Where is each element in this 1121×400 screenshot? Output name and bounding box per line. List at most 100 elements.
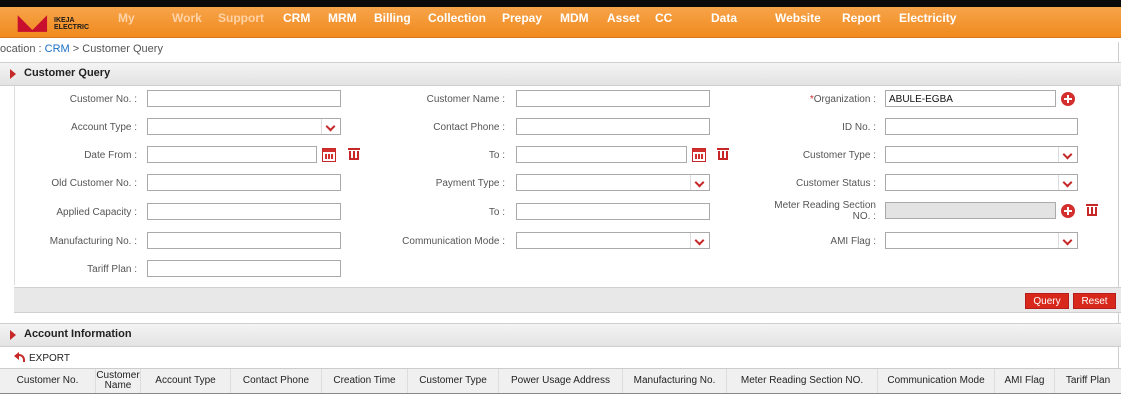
nav-item-collection[interactable]: Collection xyxy=(428,11,486,31)
export-row: EXPORT xyxy=(0,348,1121,368)
organization-input[interactable]: ABULE-EGBA xyxy=(885,90,1056,107)
chevron-down-icon xyxy=(1058,233,1077,248)
communication-mode-label: Communication Mode : xyxy=(402,236,505,247)
calendar-icon[interactable] xyxy=(322,148,336,162)
capacity-to-input[interactable] xyxy=(516,203,710,220)
nav-item-mdm[interactable]: MDM xyxy=(560,11,589,31)
column-header[interactable]: Meter Reading Section NO. xyxy=(727,369,878,393)
organization-label: *Organization : xyxy=(770,94,876,105)
customer-query-header[interactable]: Customer Query xyxy=(0,62,1121,86)
logo-text-line2: ELECTRIC xyxy=(54,24,89,31)
trash-icon[interactable] xyxy=(347,147,361,161)
account-type-select[interactable] xyxy=(147,118,341,135)
customer-no-label: Customer No. : xyxy=(69,94,137,105)
applied-capacity-label: Applied Capacity : xyxy=(56,207,137,218)
export-arrow-icon[interactable] xyxy=(14,352,25,362)
nav-item-data[interactable]: Data xyxy=(711,11,737,31)
customer-status-select[interactable] xyxy=(885,174,1078,191)
column-header[interactable]: Customer Name xyxy=(96,369,141,393)
form-button-bar: Query Reset xyxy=(14,287,1121,313)
chevron-down-icon xyxy=(1058,175,1077,190)
capacity-to-label: To : xyxy=(488,207,505,218)
old-customer-no-input[interactable] xyxy=(147,174,341,191)
id-no-label: ID No. : xyxy=(842,122,876,133)
column-header[interactable]: Account Type xyxy=(141,369,231,393)
column-header[interactable]: Tariff Plan xyxy=(1055,369,1121,393)
column-header[interactable]: Customer No. xyxy=(0,369,96,393)
add-organization-icon[interactable] xyxy=(1061,92,1075,106)
customer-status-label: Customer Status : xyxy=(795,178,876,189)
customer-query-title: Customer Query xyxy=(24,67,111,79)
column-header[interactable]: AMI Flag xyxy=(995,369,1055,393)
column-header[interactable]: Power Usage Address xyxy=(499,369,623,393)
nav-item-prepay[interactable]: Prepay xyxy=(502,11,542,31)
contact-phone-label: Contact Phone : xyxy=(433,122,505,133)
manufacturing-no-label: Manufacturing No. : xyxy=(49,236,137,247)
column-header[interactable]: Communication Mode xyxy=(878,369,995,393)
top-bar: ◣◢ IKEJA ELECTRIC My Work Support CRM MR… xyxy=(0,0,1121,42)
breadcrumb: ocation : CRM > Customer Query xyxy=(0,43,163,59)
customer-type-label: Customer Type : xyxy=(802,150,876,161)
chevron-down-icon xyxy=(1058,147,1077,162)
nav-item-billing[interactable]: Billing xyxy=(374,11,411,31)
nav-item-my[interactable]: My xyxy=(118,11,135,31)
export-button[interactable]: EXPORT xyxy=(29,353,70,364)
nav-item-report[interactable]: Report xyxy=(842,11,881,31)
nav-item-work[interactable]: Work xyxy=(172,11,202,31)
column-header[interactable]: Contact Phone xyxy=(231,369,322,393)
contact-phone-input[interactable] xyxy=(516,118,710,135)
logo-text-line1: IKEJA xyxy=(54,17,75,24)
customer-no-input[interactable] xyxy=(147,90,341,107)
expand-triangle-icon xyxy=(10,69,16,79)
ikeja-electric-logo[interactable]: ◣◢ IKEJA ELECTRIC xyxy=(14,8,104,36)
reset-button[interactable]: Reset xyxy=(1073,293,1116,309)
add-meter-section-icon[interactable] xyxy=(1061,204,1075,218)
nav-item-website[interactable]: Website xyxy=(775,11,821,31)
column-header[interactable]: Creation Time xyxy=(322,369,408,393)
tariff-plan-label: Tariff Plan : xyxy=(87,264,137,275)
breadcrumb-prefix: ocation : xyxy=(0,43,45,55)
applied-capacity-input[interactable] xyxy=(147,203,341,220)
payment-type-select[interactable] xyxy=(516,174,710,191)
old-customer-no-label: Old Customer No. : xyxy=(51,178,137,189)
trash-icon[interactable] xyxy=(1085,203,1099,217)
breadcrumb-current: Customer Query xyxy=(82,43,163,55)
top-strip xyxy=(0,0,1121,7)
customer-name-input[interactable] xyxy=(516,90,710,107)
id-no-input[interactable] xyxy=(885,118,1078,135)
breadcrumb-separator: > xyxy=(69,43,83,55)
trash-icon[interactable] xyxy=(716,147,730,161)
column-header[interactable]: Manufacturing No. xyxy=(623,369,727,393)
nav-item-crm[interactable]: CRM xyxy=(283,11,310,31)
account-information-title: Account Information xyxy=(24,328,132,340)
communication-mode-select[interactable] xyxy=(516,232,710,249)
date-from-input[interactable] xyxy=(147,146,317,163)
nav-item-asset[interactable]: Asset xyxy=(607,11,640,31)
customer-type-select[interactable] xyxy=(885,146,1078,163)
date-to-label: To : xyxy=(488,150,505,161)
nav-item-cc[interactable]: CC xyxy=(655,11,672,31)
chevron-down-icon xyxy=(321,119,340,134)
results-table-header: Customer No. Customer Name Account Type … xyxy=(0,368,1121,395)
expand-triangle-icon xyxy=(10,330,16,340)
date-from-label: Date From : xyxy=(84,150,137,161)
ami-flag-select[interactable] xyxy=(885,232,1078,249)
ami-flag-label: AMI Flag : xyxy=(830,236,876,247)
date-to-input[interactable] xyxy=(516,146,687,163)
account-type-label: Account Type : xyxy=(71,122,137,133)
table-body-top xyxy=(0,394,1121,400)
chevron-down-icon xyxy=(690,233,709,248)
column-header[interactable]: Customer Type xyxy=(408,369,499,393)
calendar-icon[interactable] xyxy=(692,148,706,162)
manufacturing-no-input[interactable] xyxy=(147,232,341,249)
account-information-header[interactable]: Account Information xyxy=(0,323,1121,347)
query-button[interactable]: Query xyxy=(1025,293,1069,309)
breadcrumb-link-crm[interactable]: CRM xyxy=(45,43,70,55)
nav-item-support[interactable]: Support xyxy=(218,11,264,31)
meter-reading-section-input[interactable] xyxy=(885,202,1056,219)
tariff-plan-input[interactable] xyxy=(147,260,341,277)
nav-item-mrm[interactable]: MRM xyxy=(328,11,357,31)
nav-item-electricity[interactable]: Electricity xyxy=(899,11,956,31)
meter-reading-section-label: Meter Reading Section NO. : xyxy=(774,200,876,222)
logo-mark-icon: ◣◢ xyxy=(18,12,47,34)
